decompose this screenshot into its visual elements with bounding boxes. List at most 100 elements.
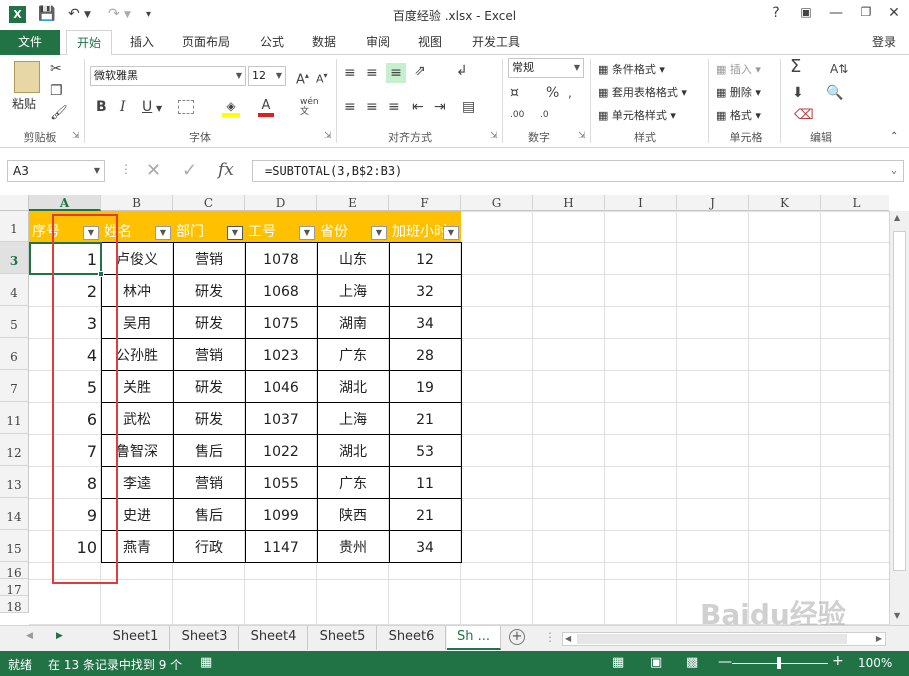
merge-center-icon[interactable]: ▤: [462, 99, 475, 115]
formula-input[interactable]: =SUBTOTAL(3,B$2:B3) ⌄: [252, 160, 904, 182]
column-header-g[interactable]: G: [461, 195, 533, 211]
bold-button[interactable]: B: [96, 99, 107, 115]
cut-icon[interactable]: ✂: [50, 61, 62, 77]
number-launcher-icon[interactable]: ⇲: [578, 131, 586, 141]
data-cell[interactable]: 1075: [245, 306, 317, 338]
data-cell[interactable]: 19: [389, 370, 461, 402]
data-cell[interactable]: 1046: [245, 370, 317, 402]
currency-icon[interactable]: ¤: [510, 85, 519, 101]
data-cell[interactable]: 1055: [245, 466, 317, 498]
format-cells-button[interactable]: ▦ 格式 ▾: [716, 107, 761, 123]
fill-icon[interactable]: ⬇: [792, 85, 804, 101]
data-cell[interactable]: 研发: [173, 370, 245, 402]
data-cell[interactable]: 34: [389, 530, 461, 562]
scroll-up-icon[interactable]: ▲: [894, 213, 900, 222]
data-cell[interactable]: 研发: [173, 274, 245, 306]
data-cell[interactable]: 12: [389, 242, 461, 274]
orientation-icon[interactable]: ⇗: [414, 63, 426, 79]
horizontal-scrollbar[interactable]: ◀ ▶: [562, 632, 886, 646]
data-cell[interactable]: 上海: [317, 274, 389, 306]
horizontal-scroll-thumb[interactable]: [577, 634, 847, 644]
expand-formula-icon[interactable]: ⌄: [891, 161, 897, 181]
data-cell[interactable]: 21: [389, 402, 461, 434]
paste-icon[interactable]: [14, 61, 40, 93]
data-cell[interactable]: 湖北: [317, 434, 389, 466]
data-cell[interactable]: 营销: [173, 338, 245, 370]
filter-dropdown-icon[interactable]: ▼: [443, 226, 459, 240]
normal-view-icon[interactable]: ▦: [612, 655, 624, 670]
data-cell[interactable]: 11: [389, 466, 461, 498]
sheet-tab-sheet5[interactable]: Sheet5: [309, 626, 377, 650]
sort-filter-icon[interactable]: A⇅: [830, 61, 848, 77]
data-cell[interactable]: 售后: [173, 434, 245, 466]
row-header-15[interactable]: 15: [0, 530, 29, 562]
data-cell[interactable]: 营销: [173, 242, 245, 274]
data-cell[interactable]: 1147: [245, 530, 317, 562]
data-cell[interactable]: 32: [389, 274, 461, 306]
paste-button[interactable]: 粘贴: [12, 95, 36, 112]
sheet-tab-sheet3[interactable]: Sheet3: [171, 626, 239, 650]
fill-color-icon[interactable]: ◈: [222, 99, 240, 117]
macro-record-icon[interactable]: ▦: [200, 655, 212, 670]
align-right-icon[interactable]: ≡: [388, 99, 400, 115]
data-cell[interactable]: 售后: [173, 498, 245, 530]
sheet-tab-sheet1[interactable]: Sheet1: [102, 626, 170, 650]
data-cell[interactable]: 山东: [317, 242, 389, 274]
increase-font-icon[interactable]: A▴: [296, 68, 309, 88]
enter-icon[interactable]: ✓: [182, 160, 197, 181]
page-break-view-icon[interactable]: ▩: [686, 655, 698, 670]
column-header-l[interactable]: L: [821, 195, 889, 211]
row-header-4[interactable]: 4: [0, 274, 29, 306]
borders-icon[interactable]: [178, 100, 194, 114]
copy-icon[interactable]: ❐: [50, 83, 63, 99]
conditional-format-button[interactable]: ▦ 条件格式 ▾: [598, 61, 665, 77]
data-cell[interactable]: 1068: [245, 274, 317, 306]
decrease-font-icon[interactable]: A▾: [316, 68, 328, 88]
tab-formulas[interactable]: 公式: [250, 30, 294, 55]
tab-home[interactable]: 开始: [66, 30, 113, 56]
find-select-icon[interactable]: 🔍: [826, 85, 843, 101]
row-header-6[interactable]: 6: [0, 338, 29, 370]
column-header-k[interactable]: K: [749, 195, 821, 211]
vertical-scrollbar[interactable]: ▲ ▼: [889, 211, 909, 625]
minimize-icon[interactable]: —: [824, 5, 848, 21]
scroll-right-icon[interactable]: ▶: [876, 633, 882, 645]
data-cell[interactable]: 1022: [245, 434, 317, 466]
row-header-11[interactable]: 11: [0, 402, 29, 434]
tab-file[interactable]: 文件: [0, 30, 60, 55]
select-all-corner[interactable]: [0, 195, 29, 211]
sheet-tab-sheet6[interactable]: Sheet6: [378, 626, 446, 650]
row-header-12[interactable]: 12: [0, 434, 29, 466]
row-header-7[interactable]: 7: [0, 370, 29, 402]
row-header-1[interactable]: 1: [0, 211, 29, 242]
tab-review[interactable]: 审阅: [356, 30, 400, 55]
zoom-in-icon[interactable]: +: [832, 653, 844, 669]
column-header-j[interactable]: J: [677, 195, 749, 211]
help-button[interactable]: ?: [764, 5, 788, 21]
phonetic-icon[interactable]: wén 文: [300, 97, 319, 117]
page-layout-view-icon[interactable]: ▣: [650, 655, 662, 670]
zoom-out-icon[interactable]: —: [718, 654, 732, 670]
data-cell[interactable]: 34: [389, 306, 461, 338]
row-header-14[interactable]: 14: [0, 498, 29, 530]
row-header-18[interactable]: 18: [0, 596, 29, 614]
filter-dropdown-icon[interactable]: ▼: [299, 226, 315, 240]
tab-page-layout[interactable]: 页面布局: [172, 30, 240, 55]
cell-styles-button[interactable]: ▦ 单元格样式 ▾: [598, 107, 676, 123]
underline-dropdown-icon[interactable]: ▼: [156, 101, 162, 117]
zoom-level[interactable]: 100%: [858, 656, 892, 670]
underline-button[interactable]: U: [142, 99, 152, 115]
decrease-decimal-icon[interactable]: .0: [540, 107, 549, 123]
next-sheet-icon[interactable]: ▶: [56, 631, 63, 641]
prev-sheet-icon[interactable]: ◀: [26, 631, 33, 641]
tab-view[interactable]: 视图: [408, 30, 452, 55]
align-top-icon[interactable]: ≡: [344, 65, 356, 81]
ribbon-display-icon[interactable]: ▣: [794, 5, 818, 19]
comma-style-icon[interactable]: ,: [568, 85, 572, 101]
sheet-tab-sheet4[interactable]: Sheet4: [240, 626, 308, 650]
alignment-launcher-icon[interactable]: ⇲: [490, 131, 498, 141]
font-color-icon[interactable]: A: [258, 98, 274, 117]
worksheet-grid[interactable]: ABCDEFGHIJKL 1 3 4 5 6 7 11 12 13 14 15 16 17 18 序号 ▼ 姓…: [0, 195, 889, 625]
format-as-table-button[interactable]: ▦ 套用表格格式 ▾: [598, 84, 687, 100]
row-header-16[interactable]: 16: [0, 562, 29, 580]
